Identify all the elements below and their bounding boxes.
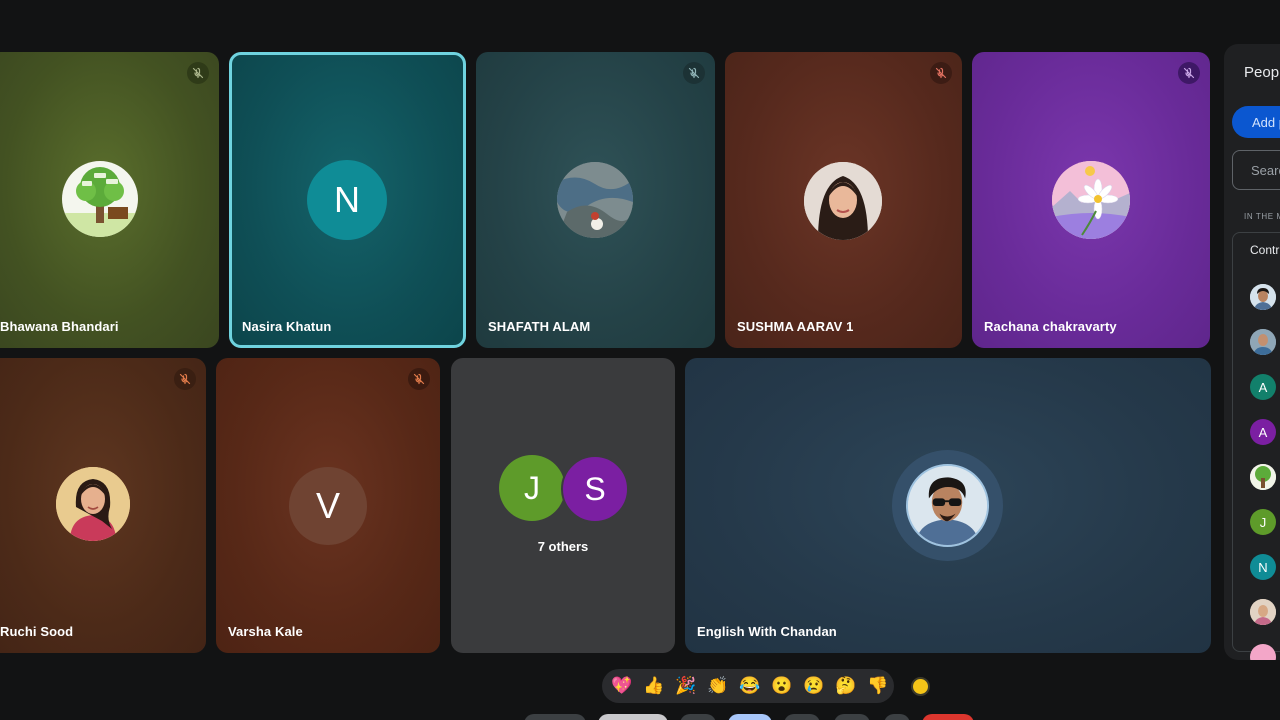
add-people-label: Add people [1252, 114, 1280, 130]
thumbs-up-icon[interactable]: 👍 [641, 673, 667, 699]
thumbs-down-icon[interactable]: 👎 [865, 673, 891, 699]
leave-call-button[interactable] [922, 714, 974, 720]
participant-tile-chandan[interactable]: English With Chandan [685, 358, 1211, 653]
clapping-hands-icon[interactable]: 👏 [705, 673, 731, 699]
participant-tile-sushma[interactable]: SUSHMA AARAV 1 [725, 52, 962, 348]
mic-off-icon [930, 62, 952, 84]
control-button[interactable] [598, 714, 668, 720]
control-button[interactable] [524, 714, 586, 720]
list-avatar [1250, 644, 1276, 660]
mic-off-icon [187, 62, 209, 84]
participant-avatar [56, 467, 130, 541]
list-avatar: N [1250, 554, 1276, 580]
add-people-button[interactable]: Add people [1232, 106, 1280, 138]
participant-avatar [906, 464, 989, 547]
participant-avatar [804, 162, 882, 240]
participant-avatar [557, 162, 633, 238]
list-avatar: A [1250, 374, 1276, 400]
control-button[interactable] [728, 714, 772, 720]
search-people-input[interactable]: Search for people [1232, 150, 1280, 190]
list-avatar [1250, 329, 1276, 355]
participant-name: Bhawana Bhandari [0, 319, 119, 334]
participant-name: Nasira Khatun [242, 319, 332, 334]
participant-avatar [1052, 161, 1130, 239]
surprised-face-icon[interactable]: 😮 [769, 673, 795, 699]
list-avatar [1250, 599, 1276, 625]
party-popper-icon[interactable]: 🎉 [673, 673, 699, 699]
sad-face-icon[interactable]: 😢 [801, 673, 827, 699]
mic-off-icon [683, 62, 705, 84]
tears-of-joy-icon[interactable]: 😂 [737, 673, 763, 699]
skin-tone-button[interactable] [911, 677, 930, 696]
participant-name: English With Chandan [697, 624, 837, 639]
participant-tile-shafath[interactable]: SHAFATH ALAM [476, 52, 715, 348]
participant-name: Varsha Kale [228, 624, 303, 639]
participant-avatar: S [561, 455, 629, 523]
participant-name: SHAFATH ALAM [488, 319, 591, 334]
section-label: IN THE MEETING [1244, 212, 1280, 221]
contributors-group[interactable]: Contributors A A J N [1232, 232, 1280, 660]
list-avatar: J [1250, 509, 1276, 535]
participant-avatar [62, 161, 138, 237]
control-button[interactable] [884, 714, 910, 720]
people-panel: People Add people Search for people IN T… [1224, 44, 1280, 660]
participant-avatar: V [289, 467, 367, 545]
mic-off-icon [1178, 62, 1200, 84]
participant-name: Ruchi Sood [0, 624, 74, 639]
thinking-face-icon[interactable]: 🤔 [833, 673, 859, 699]
sparkling-heart-icon[interactable]: 💖 [609, 673, 635, 699]
reactions-bar: 💖 👍 🎉 👏 😂 😮 😢 🤔 👎 [602, 669, 894, 703]
control-button[interactable] [784, 714, 820, 720]
participant-tile-rachana[interactable]: Rachana chakravarty [972, 52, 1210, 348]
mic-off-icon [174, 368, 196, 390]
list-avatar [1250, 464, 1276, 490]
participant-tile-bhawana[interactable]: Bhawana Bhandari [0, 52, 219, 348]
list-avatar [1250, 284, 1276, 310]
search-placeholder: Search for people [1251, 162, 1280, 178]
participant-avatar: N [307, 160, 387, 240]
others-count-label: 7 others [537, 539, 589, 554]
people-panel-title: People [1244, 64, 1280, 81]
control-button[interactable] [834, 714, 870, 720]
participant-name: SUSHMA AARAV 1 [737, 319, 854, 334]
participant-avatar: J [499, 455, 565, 521]
participant-tile-varsha[interactable]: V Varsha Kale [216, 358, 440, 653]
control-button[interactable] [680, 714, 716, 720]
participant-tile-ruchi[interactable]: Ruchi Sood [0, 358, 206, 653]
others-tile[interactable]: J S 7 others [451, 358, 675, 653]
participant-name: Rachana chakravarty [984, 319, 1117, 334]
participant-tile-nasira[interactable]: N Nasira Khatun [229, 52, 466, 348]
list-avatar: A [1250, 419, 1276, 445]
contributors-header: Contributors [1250, 243, 1280, 257]
mic-off-icon [408, 368, 430, 390]
